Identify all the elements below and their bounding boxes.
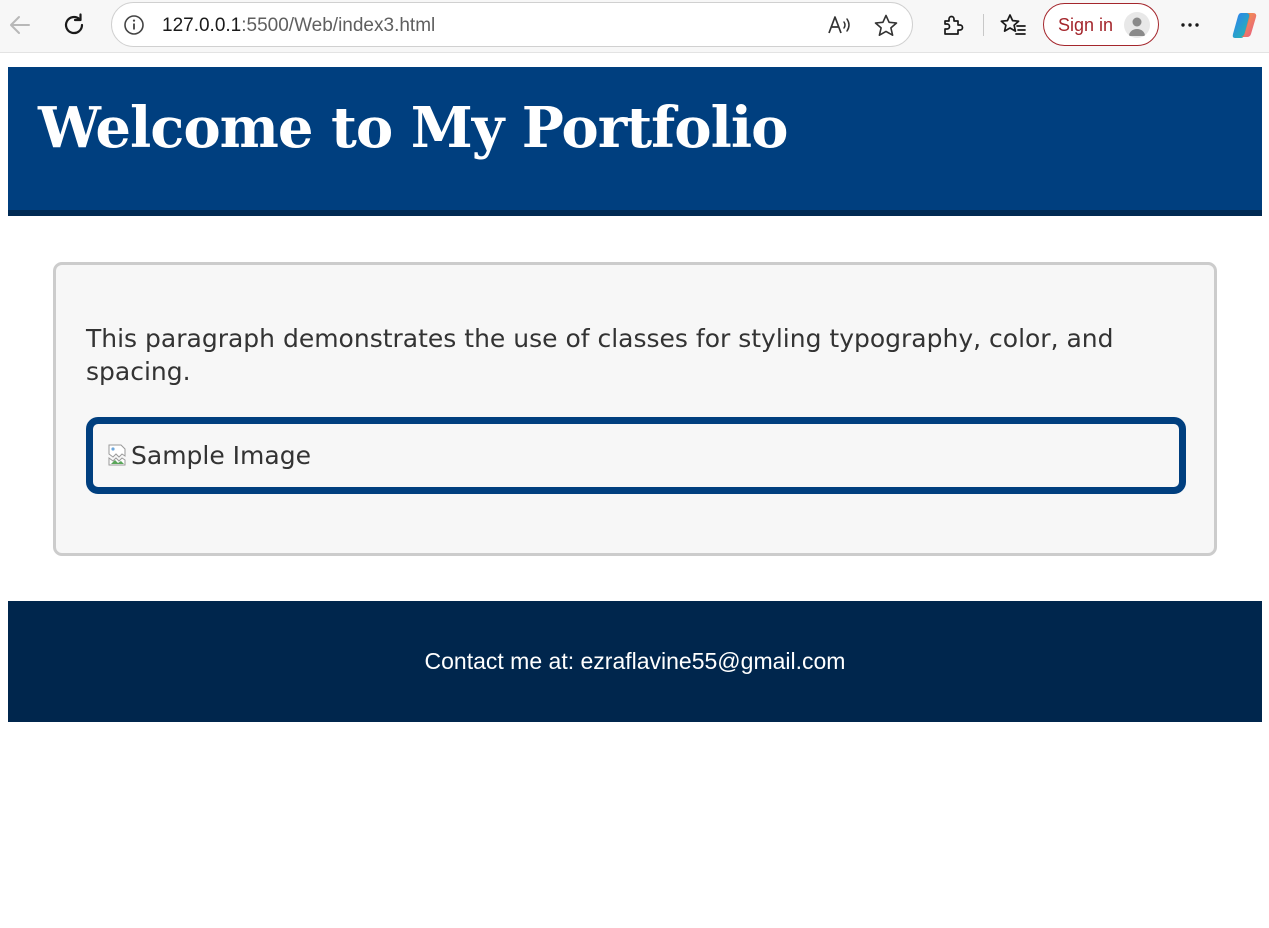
extensions-icon [944, 15, 964, 35]
sign-in-label: Sign in [1058, 15, 1114, 35]
back-button[interactable] [4, 9, 36, 41]
page-title: Welcome to My Portfolio [38, 95, 788, 161]
page-header: Welcome to My Portfolio [8, 67, 1262, 216]
avatar [1124, 12, 1150, 38]
intro-paragraph: This paragraph demonstrates the use of c… [86, 324, 1114, 386]
favorite-star-icon[interactable] [873, 13, 899, 39]
info-icon[interactable] [123, 14, 145, 36]
more-options-icon [1181, 23, 1199, 27]
page-footer: Contact me at: ezraflavine55@gmail.com [8, 601, 1262, 722]
favorites-button[interactable] [997, 9, 1029, 41]
refresh-icon [64, 13, 84, 35]
copilot-icon [1232, 13, 1257, 38]
refresh-button[interactable] [58, 9, 90, 41]
toolbar-divider [983, 14, 984, 36]
extensions-button[interactable] [937, 9, 969, 41]
back-arrow-icon [10, 16, 30, 34]
copilot-button[interactable] [1229, 9, 1261, 41]
browser-toolbar: 127.0.0.1:5500/Web/index3.html Sign in [0, 0, 1269, 53]
image-frame: Sample Image [86, 417, 1186, 494]
contact-text: Contact me at: ezraflavine55@gmail.com [424, 648, 846, 674]
sign-in-button[interactable]: Sign in [1043, 3, 1159, 46]
more-options-button[interactable] [1174, 9, 1206, 41]
url-text[interactable]: 127.0.0.1:5500/Web/index3.html [162, 15, 435, 37]
broken-image-icon [108, 444, 126, 466]
image-alt-text: Sample Image [131, 441, 311, 470]
url-host: 127.0.0.1 [162, 15, 242, 36]
content-card: This paragraph demonstrates the use of c… [53, 262, 1217, 556]
favorites-icon [1000, 14, 1026, 35]
avatar-icon [1129, 17, 1145, 36]
read-aloud-icon[interactable] [826, 13, 852, 37]
address-bar[interactable]: 127.0.0.1:5500/Web/index3.html [111, 2, 913, 47]
url-path: :5500/Web/index3.html [241, 15, 436, 36]
